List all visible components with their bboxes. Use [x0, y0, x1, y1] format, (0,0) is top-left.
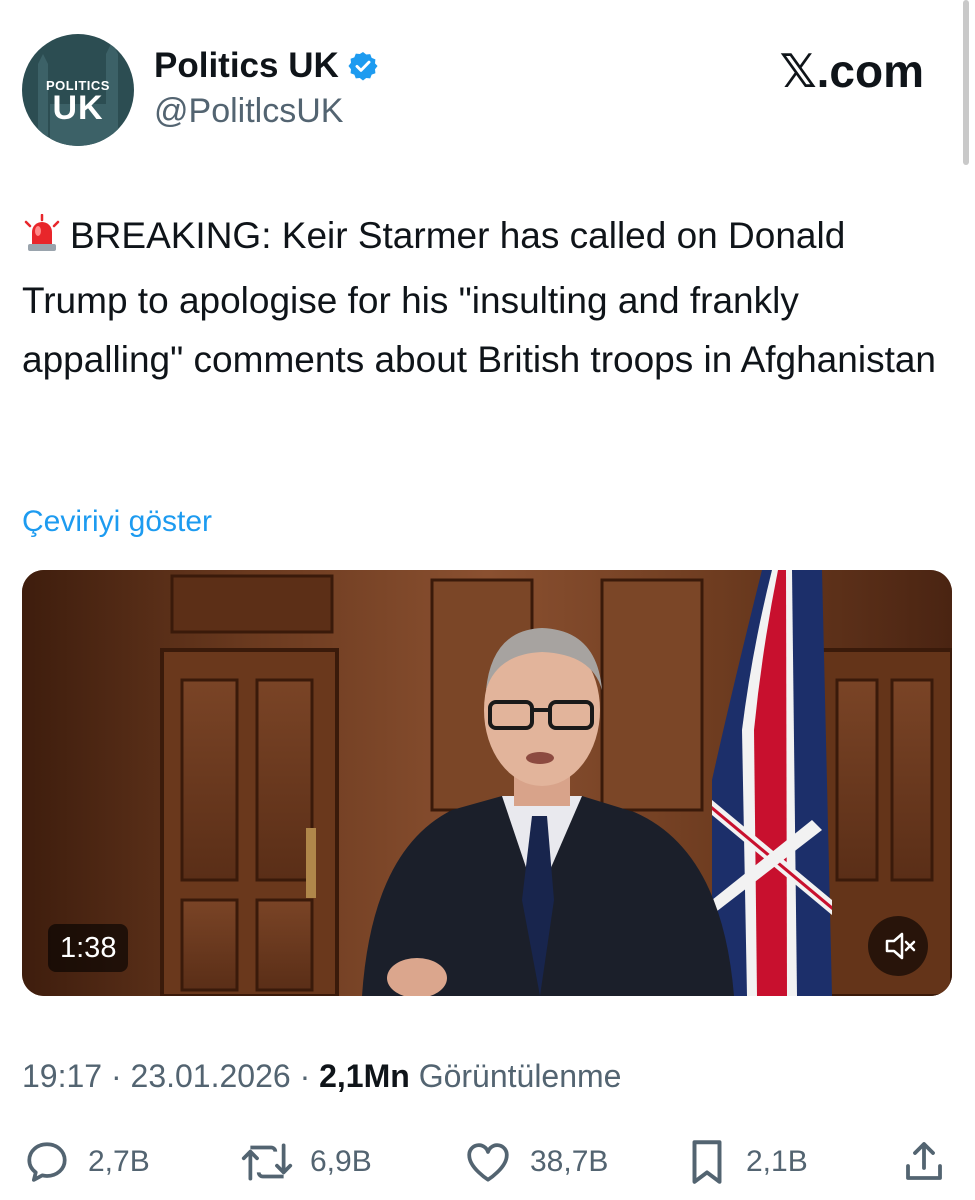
video-duration: 1:38	[48, 924, 129, 972]
tweet-time[interactable]: 19:17	[22, 1058, 102, 1094]
action-bar: 2,7B 6,9B 38,7B 2,1B	[22, 1130, 952, 1194]
repost-icon	[241, 1143, 293, 1181]
x-brand-logo: 𝕏.com	[779, 45, 924, 97]
meta-separator: ·	[299, 1058, 311, 1094]
tweet-header: POLITICS UK Politics UK @PolitlcsUK 𝕏.co…	[22, 34, 952, 146]
user-handle[interactable]: @PolitlcsUK	[154, 92, 343, 131]
share-icon	[906, 1142, 942, 1180]
reply-button[interactable]: 2,7B	[22, 1130, 150, 1194]
siren-emoji-icon	[22, 212, 62, 271]
like-count: 38,7B	[530, 1145, 609, 1178]
tweet-body: BREAKING: Keir Starmer has called on Don…	[22, 215, 936, 380]
video-frame-image	[22, 570, 952, 996]
like-button[interactable]: 38,7B	[462, 1130, 608, 1194]
bookmark-icon	[692, 1140, 722, 1184]
avatar-text-uk: UK	[52, 89, 104, 127]
scrollbar[interactable]	[963, 0, 969, 165]
meta-separator: ·	[110, 1058, 122, 1094]
verified-badge-icon[interactable]	[347, 50, 379, 82]
display-name[interactable]: Politics UK	[154, 46, 339, 86]
reply-count: 2,7B	[88, 1145, 150, 1178]
tweet-date[interactable]: 23.01.2026	[131, 1058, 291, 1094]
tweet-meta: 19:17 · 23.01.2026 · 2,1Mn Görüntülenme	[22, 1058, 621, 1095]
video-player[interactable]: 1:38	[22, 570, 952, 996]
show-translation-link[interactable]: Çeviriyi göster	[22, 505, 212, 539]
bookmark-count: 2,1B	[746, 1145, 808, 1178]
heart-icon	[467, 1143, 509, 1182]
repost-button[interactable]: 6,9B	[240, 1130, 372, 1194]
views-label: Görüntülenme	[418, 1058, 622, 1094]
repost-count: 6,9B	[310, 1145, 372, 1178]
views-count: 2,1Mn	[319, 1058, 410, 1094]
tweet-text: BREAKING: Keir Starmer has called on Don…	[22, 206, 957, 389]
avatar[interactable]: POLITICS UK	[22, 34, 134, 146]
bookmark-button[interactable]: 2,1B	[684, 1130, 808, 1194]
reply-icon	[27, 1142, 67, 1182]
name-row: Politics UK	[154, 46, 379, 86]
speaker-muted-icon	[885, 932, 916, 960]
share-button[interactable]	[900, 1130, 948, 1194]
mute-button[interactable]	[868, 916, 928, 976]
